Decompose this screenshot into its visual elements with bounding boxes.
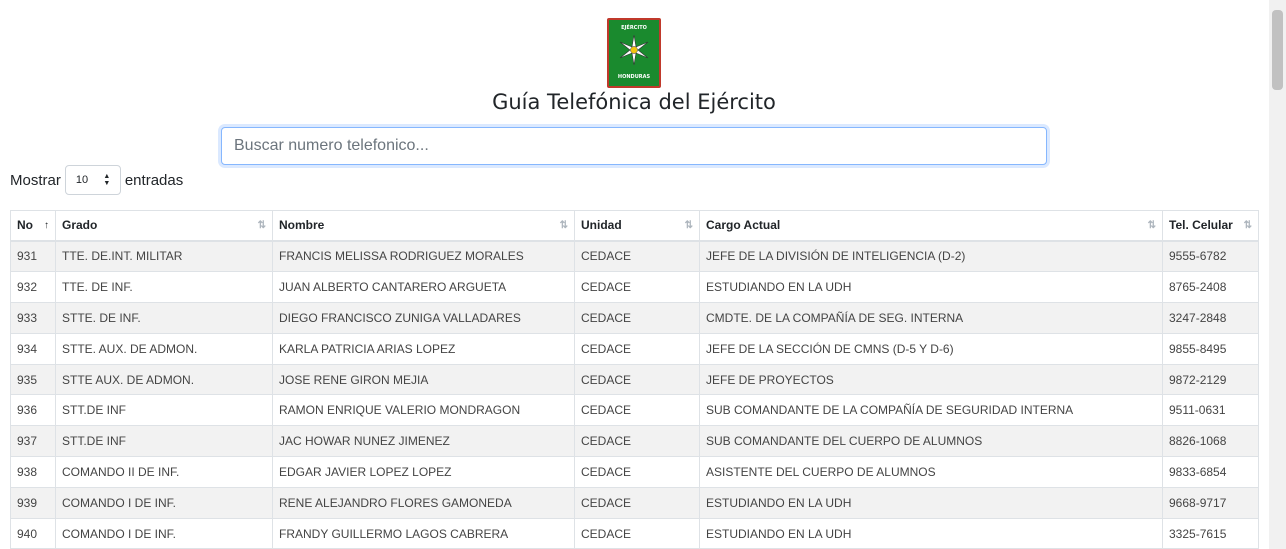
sort-icon: ⇅	[559, 220, 568, 231]
entries-select[interactable]: 10 ▲ ▼	[64, 165, 121, 195]
cell-no: 935	[10, 364, 56, 396]
cell-no: 933	[10, 302, 56, 334]
table-row: 936 STT.DE INF RAMON ENRIQUE VALERIO MONDR…	[10, 394, 1259, 427]
cell-cargo: ESTUDIANDO EN LA UDH	[699, 271, 1163, 304]
cell-celular: 8765-2408	[1162, 271, 1259, 304]
cell-no: 940	[10, 518, 56, 549]
cell-unidad: CEDACE	[574, 333, 700, 365]
cell-cargo: ESTUDIANDO EN LA UDH	[699, 518, 1163, 549]
cell-grado: COMANDO I DE INF.	[55, 487, 273, 519]
table-row: 940 COMANDO I DE INF. FRANDY GUILLERMO LAG…	[10, 518, 1259, 549]
cell-nombre: RENE ALEJANDRO FLORES GAMONEDA	[272, 487, 575, 519]
cell-no: 934	[10, 333, 56, 365]
star-emblem-icon	[619, 34, 649, 66]
cell-grado: STT.DE INF	[55, 425, 273, 458]
cell-grado: STT.DE INF	[55, 394, 273, 427]
table-row: 933 STTE. DE INF. DIEGO FRANCISCO ZUNIGA V…	[10, 302, 1259, 334]
cell-no: 939	[10, 487, 56, 519]
cell-grado: STTE. DE INF.	[55, 302, 273, 334]
sort-ascending-icon: ↑	[44, 220, 49, 231]
cell-unidad: CEDACE	[574, 425, 700, 458]
cell-nombre: FRANDY GUILLERMO LAGOS CABRERA	[272, 518, 575, 549]
table-row: 932 TTE. DE INF. JUAN ALBERTO CANTARERO AR…	[10, 271, 1259, 304]
cell-nombre: KARLA PATRICIA ARIAS LOPEZ	[272, 333, 575, 365]
logo-top-text: EJÉRCITO	[621, 25, 647, 31]
cell-unidad: CEDACE	[574, 518, 700, 549]
cell-nombre: DIEGO FRANCISCO ZUNIGA VALLADARES	[272, 302, 575, 334]
cell-grado: STTE. AUX. DE ADMON.	[55, 333, 273, 365]
army-logo: EJÉRCITO HONDURAS	[607, 18, 661, 88]
cell-nombre: JAC HOWAR NUNEZ JIMENEZ	[272, 425, 575, 458]
page-title: Guía Telefónica del Ejército	[492, 90, 776, 114]
column-header-unidad[interactable]: Unidad ⇅	[574, 210, 700, 242]
cell-nombre: FRANCIS MELISSA RODRIGUEZ MORALES	[272, 240, 575, 273]
table-row: 935 STTE AUX. DE ADMON. JOSE RENE GIRON ME…	[10, 364, 1259, 396]
page-scrollbar[interactable]	[1269, 0, 1286, 549]
cell-nombre: RAMON ENRIQUE VALERIO MONDRAGON	[272, 394, 575, 427]
length-suffix: entradas	[124, 171, 184, 189]
table-row: 934 STTE. AUX. DE ADMON. KARLA PATRICIA AR…	[10, 333, 1259, 365]
column-header-no[interactable]: No ↑	[10, 210, 56, 242]
logo-bottom-text: HONDURAS	[617, 74, 651, 80]
phone-table: No ↑ Grado ⇅ Nombre ⇅ Unidad ⇅ Cargo Actual ⇅…	[10, 210, 1259, 549]
scrollbar-thumb[interactable]	[1272, 10, 1283, 90]
cell-celular: 3247-2848	[1162, 302, 1259, 334]
table-row: 938 COMANDO II DE INF. EDGAR JAVIER LOPEZ …	[10, 456, 1259, 488]
cell-celular: 3325-7615	[1162, 518, 1259, 549]
cell-no: 937	[10, 425, 56, 458]
cell-nombre: JOSE RENE GIRON MEJIA	[272, 364, 575, 396]
cell-unidad: CEDACE	[574, 487, 700, 519]
column-header-cargo[interactable]: Cargo Actual ⇅	[699, 210, 1163, 242]
table-row: 937 STT.DE INF JAC HOWAR NUNEZ JIMENEZ CEDA…	[10, 425, 1259, 458]
cell-cargo: SUB COMANDANTE DE LA COMPAÑÍA DE SEGURID…	[699, 394, 1163, 427]
cell-nombre: EDGAR JAVIER LOPEZ LOPEZ	[272, 456, 575, 488]
column-header-nombre[interactable]: Nombre ⇅	[272, 210, 575, 242]
search-input[interactable]	[221, 127, 1047, 165]
cell-celular: 8826-1068	[1162, 425, 1259, 458]
cell-cargo: ASISTENTE DEL CUERPO DE ALUMNOS	[699, 456, 1163, 488]
cell-grado: TTE. DE.INT. MILITAR	[55, 240, 273, 273]
cell-celular: 9511-0631	[1162, 394, 1259, 427]
cell-cargo: JEFE DE PROYECTOS	[699, 364, 1163, 396]
table-header-row: No ↑ Grado ⇅ Nombre ⇅ Unidad ⇅ Cargo Actual ⇅…	[10, 210, 1259, 242]
entries-select-value: 10	[75, 174, 89, 186]
cell-celular: 9855-8495	[1162, 333, 1259, 365]
select-arrows-icon: ▲ ▼	[103, 173, 111, 187]
length-menu: Mostrar 10 ▲ ▼ entradas	[10, 165, 183, 195]
cell-unidad: CEDACE	[574, 302, 700, 334]
cell-grado: STTE AUX. DE ADMON.	[55, 364, 273, 396]
cell-cargo: SUB COMANDANTE DEL CUERPO DE ALUMNOS	[699, 425, 1163, 458]
column-header-grado[interactable]: Grado ⇅	[55, 210, 273, 242]
cell-unidad: CEDACE	[574, 364, 700, 396]
cell-grado: COMANDO II DE INF.	[55, 456, 273, 488]
cell-cargo: JEFE DE LA DIVISIÓN DE INTELIGENCIA (D-2…	[699, 240, 1163, 273]
cell-no: 931	[10, 240, 56, 273]
sort-icon: ⇅	[1147, 220, 1156, 231]
cell-unidad: CEDACE	[574, 240, 700, 273]
cell-celular: 9668-9717	[1162, 487, 1259, 519]
sort-icon: ⇅	[684, 220, 693, 231]
cell-nombre: JUAN ALBERTO CANTARERO ARGUETA	[272, 271, 575, 304]
cell-unidad: CEDACE	[574, 271, 700, 304]
cell-unidad: CEDACE	[574, 394, 700, 427]
sort-icon: ⇅	[1243, 220, 1252, 231]
cell-cargo: CMDTE. DE LA COMPAÑÍA DE SEG. INTERNA	[699, 302, 1163, 334]
cell-cargo: ESTUDIANDO EN LA UDH	[699, 487, 1163, 519]
cell-no: 932	[10, 271, 56, 304]
table-row: 939 COMANDO I DE INF. RENE ALEJANDRO FLORE…	[10, 487, 1259, 519]
cell-grado: TTE. DE INF.	[55, 271, 273, 304]
length-prefix: Mostrar	[10, 171, 61, 189]
table-row: 931 TTE. DE.INT. MILITAR FRANCIS MELISSA R…	[10, 240, 1259, 273]
cell-celular: 9872-2129	[1162, 364, 1259, 396]
cell-no: 938	[10, 456, 56, 488]
cell-cargo: JEFE DE LA SECCIÓN DE CMNS (D-5 Y D-6)	[699, 333, 1163, 365]
cell-celular: 9833-6854	[1162, 456, 1259, 488]
cell-no: 936	[10, 394, 56, 427]
cell-unidad: CEDACE	[574, 456, 700, 488]
sort-icon: ⇅	[257, 220, 266, 231]
cell-celular: 9555-6782	[1162, 240, 1259, 273]
column-header-celular[interactable]: Tel. Celular ⇅	[1162, 210, 1259, 242]
cell-grado: COMANDO I DE INF.	[55, 518, 273, 549]
